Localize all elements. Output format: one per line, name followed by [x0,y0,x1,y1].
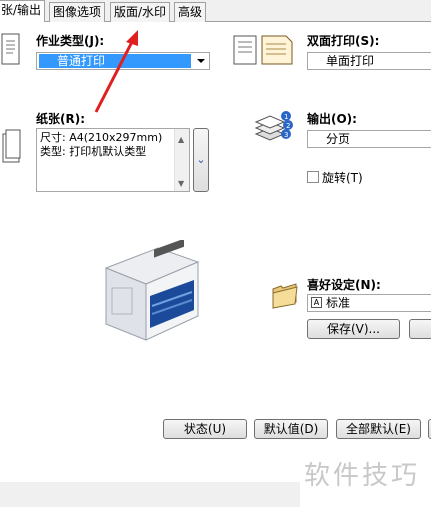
watermark-text: 软件技巧 [304,461,421,491]
output-select[interactable]: 分页 [307,130,431,148]
scroll-up-icon[interactable]: ▲ [178,133,184,147]
paper-size-line: 尺寸: A4(210x297mm) [40,131,163,144]
rotate-label: 旋转(T) [322,171,363,185]
tab-bar: 张/输出 图像选项 版面/水印 高级 [0,0,431,23]
svg-text:2: 2 [286,122,290,130]
save-favorite-button[interactable]: 保存(V)... [307,319,400,339]
settings-panel: 作业类型(J): 普通打印 双面打印(S): 单面打印 纸张(R): 尺寸: A… [0,22,431,482]
folder-icon [270,280,300,313]
favorites-select[interactable]: A 标准 [307,294,431,312]
favorites-value: 标准 [326,296,351,310]
paper-label: 纸张(R): [36,112,86,126]
chevron-down-icon[interactable] [193,53,209,69]
tab-image-options[interactable]: 图像选项 [49,2,106,22]
annotation-arrow-icon [94,30,138,113]
job-type-icon [0,32,22,71]
duplex-select[interactable]: 单面打印 [307,52,431,70]
paper-type-line: 类型: 打印机默认类型 [40,145,147,158]
duplex-value: 单面打印 [326,54,375,68]
status-button[interactable]: 状态(U) [163,419,247,439]
favorites-label: 喜好设定(N): [307,278,381,292]
tab-layout-watermark[interactable]: 版面/水印 [110,2,171,22]
all-defaults-button[interactable]: 全部默认(E) [336,419,421,439]
tab-advanced[interactable]: 高级 [174,2,207,22]
duplex-label: 双面打印(S): [307,34,380,48]
output-value: 分页 [326,132,351,146]
status-bar [0,482,300,507]
svg-text:1: 1 [284,113,288,121]
favorite-extra-button[interactable] [409,319,431,339]
svg-text:3: 3 [284,131,288,139]
printer-illustration-icon [98,238,210,345]
paper-dropdown-button[interactable]: ⌄ [193,128,209,192]
paper-scrollbar[interactable]: ▲ ▼ [174,129,189,191]
rotate-checkbox[interactable] [307,171,319,183]
defaults-button[interactable]: 默认值(D) [254,419,328,439]
duplex-icon [232,32,296,71]
tab-paper-output[interactable]: 张/输出 [0,0,46,23]
output-label: 输出(O): [307,112,357,126]
paper-icon [0,126,22,169]
output-collate-icon: 1 2 3 [254,110,294,147]
paper-info-box[interactable]: 尺寸: A4(210x297mm) 类型: 打印机默认类型 ▲ ▼ [36,128,190,192]
scroll-down-icon[interactable]: ▼ [178,177,184,191]
